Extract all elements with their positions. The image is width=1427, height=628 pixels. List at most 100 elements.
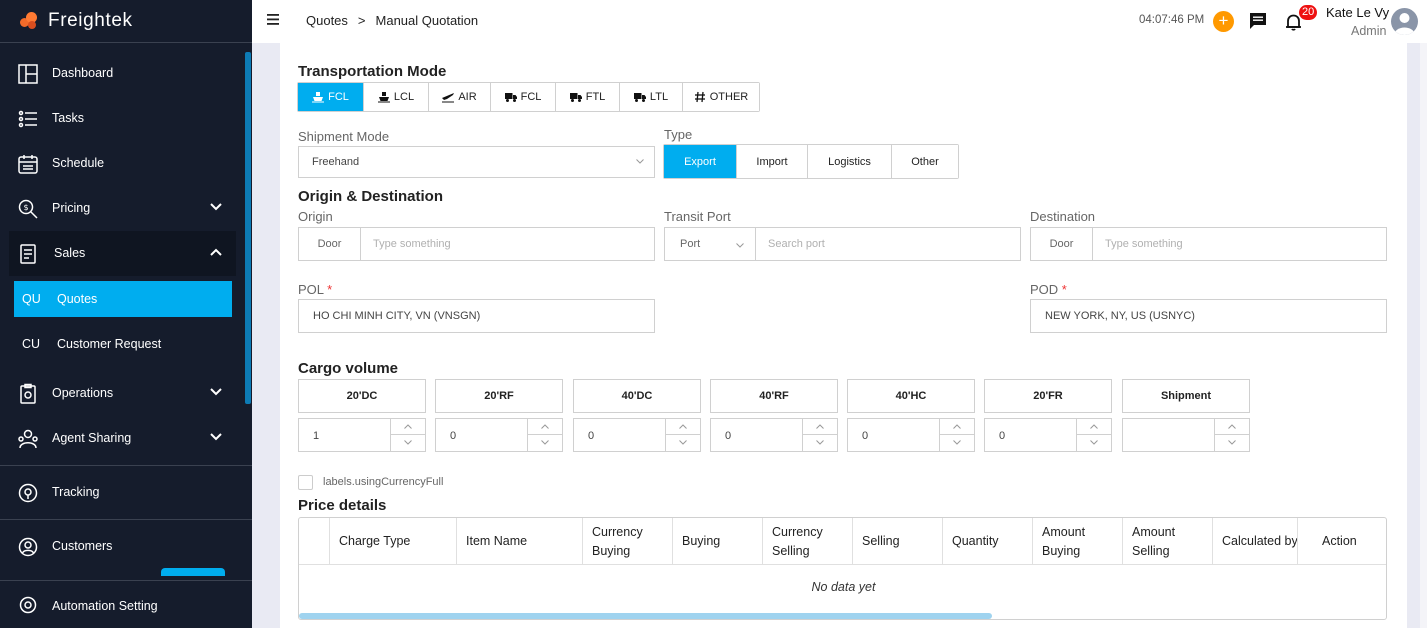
sidebar-item-operations[interactable]: Operations — [0, 371, 252, 416]
type-other[interactable]: Other — [892, 145, 958, 178]
quantity-stepper-40rf[interactable]: 0 — [710, 418, 838, 452]
stepper-up-button[interactable] — [940, 419, 974, 435]
tracking-pin-icon — [18, 483, 38, 503]
sidebar-item-label: Dashboard — [52, 66, 114, 80]
quantity-stepper-40hc[interactable]: 0 — [847, 418, 975, 452]
chevron-up-icon — [679, 424, 687, 429]
container-40rf-header: 40'RF — [710, 379, 838, 413]
column-header: Item Name — [456, 518, 582, 565]
stepper-down-button[interactable] — [666, 435, 700, 450]
stepper-up-button[interactable] — [1077, 419, 1111, 435]
stepper-down-button[interactable] — [940, 435, 974, 450]
quantity-stepper-20rf[interactable]: 0 — [435, 418, 563, 452]
sidebar-scrollbar[interactable] — [245, 52, 251, 404]
mode-ltl[interactable]: LTL — [620, 83, 683, 111]
logo[interactable]: Freightek — [0, 0, 252, 43]
sidebar-item-schedule[interactable]: Schedule — [0, 141, 252, 186]
table-horizontal-scrollbar[interactable] — [299, 613, 992, 619]
type-export[interactable]: Export — [664, 145, 737, 178]
stepper-up-button[interactable] — [1215, 419, 1249, 435]
notification-badge: 20 — [1299, 5, 1318, 20]
quantity-stepper-40dc[interactable]: 0 — [573, 418, 701, 452]
user-name[interactable]: Kate Le Vy — [1326, 5, 1389, 20]
container-40hc-header: 40'HC — [847, 379, 975, 413]
stepper-up-button[interactable] — [666, 419, 700, 435]
add-button[interactable]: + — [1213, 11, 1234, 32]
mode-label: LCL — [393, 91, 415, 103]
mode-label: FCL — [328, 91, 349, 103]
mode-fcl-sea[interactable]: FCL — [298, 83, 364, 111]
destination-input[interactable]: Type something — [1093, 228, 1386, 260]
tasks-icon — [18, 110, 37, 128]
sidebar-subitem-customer-request[interactable]: CU Customer Request — [14, 326, 232, 362]
chevron-down-icon — [404, 440, 412, 445]
sidebar-item-sales[interactable]: Sales — [9, 231, 236, 276]
stepper-value: 1 — [313, 430, 320, 442]
mode-other[interactable]: OTHER — [683, 83, 759, 111]
destination-type-select[interactable]: Door — [1031, 228, 1093, 260]
type-logistics[interactable]: Logistics — [808, 145, 892, 178]
cargo-volume-title: Cargo volume — [298, 360, 399, 377]
subitem-code: QU — [22, 292, 41, 306]
type-selector: Export Import Logistics Other — [663, 144, 959, 179]
sidebar-item-automation-setting[interactable]: Automation Setting — [0, 580, 252, 628]
sidebar-item-tracking[interactable]: Tracking — [0, 470, 252, 515]
mode-fcl-truck[interactable]: FCL — [491, 83, 556, 111]
quantity-stepper-shipment[interactable] — [1122, 418, 1250, 452]
sidebar-item-label: Tracking — [52, 485, 100, 499]
quantity-stepper-20fr[interactable]: 0 — [984, 418, 1112, 452]
pol-input[interactable]: HO CHI MINH CITY, VN (VNSGN) — [298, 299, 655, 333]
ship-icon — [312, 92, 325, 103]
ship-icon — [377, 92, 390, 103]
stepper-down-button[interactable] — [391, 435, 425, 450]
page-scrollbar-track[interactable] — [1420, 43, 1427, 628]
mode-label: FCL — [520, 91, 542, 103]
transit-type-select[interactable]: Port — [665, 228, 756, 260]
sidebar-item-label: Automation Setting — [52, 599, 158, 613]
stepper-up-button[interactable] — [391, 419, 425, 435]
origin-input[interactable]: Type something — [361, 228, 654, 260]
truck-icon — [504, 93, 517, 102]
stepper-down-button[interactable] — [1077, 435, 1111, 450]
column-header: Quantity — [942, 518, 1032, 565]
sidebar-item-dashboard[interactable]: Dashboard — [0, 51, 252, 96]
sidebar-item-customers[interactable]: Customers — [0, 524, 252, 569]
type-import[interactable]: Import — [737, 145, 808, 178]
mode-lcl[interactable]: LCL — [364, 83, 429, 111]
transit-port-input[interactable]: Search port — [756, 228, 1020, 260]
subitem-label: Customer Request — [57, 337, 162, 351]
mode-air[interactable]: AIR — [429, 83, 491, 111]
sidebar-item-tasks[interactable]: Tasks — [0, 96, 252, 141]
chat-icon[interactable] — [1249, 12, 1267, 30]
chevron-up-icon — [1090, 424, 1098, 429]
sidebar-item-label: Schedule — [52, 156, 105, 170]
breadcrumb-quotes[interactable]: Quotes — [306, 13, 348, 28]
chevron-down-icon — [736, 243, 744, 248]
sidebar-item-label: Pricing — [52, 201, 91, 215]
avatar[interactable] — [1391, 8, 1418, 35]
sidebar-subitem-quotes[interactable]: QU Quotes — [14, 281, 232, 317]
chevron-up-icon — [816, 424, 824, 429]
price-details-table: Charge Type Item Name Currency Buying Bu… — [298, 517, 1387, 620]
stepper-down-button[interactable] — [1215, 435, 1249, 450]
stepper-value: 0 — [862, 430, 869, 442]
stepper-up-button[interactable] — [528, 419, 562, 435]
quantity-stepper-20dc[interactable]: 1 — [298, 418, 426, 452]
stepper-down-button[interactable] — [803, 435, 837, 450]
sidebar-item-agent-sharing[interactable]: Agent Sharing — [0, 416, 252, 461]
empty-state-text: No data yet — [811, 580, 876, 594]
sidebar-item-pricing[interactable]: $ Pricing — [0, 186, 252, 231]
origin-type-select[interactable]: Door — [299, 228, 361, 260]
hamburger-menu-icon[interactable] — [267, 14, 279, 25]
calendar-icon — [18, 155, 38, 174]
mode-ftl[interactable]: FTL — [556, 83, 620, 111]
stepper-up-button[interactable] — [803, 419, 837, 435]
stepper-down-button[interactable] — [528, 435, 562, 450]
pod-input[interactable]: NEW YORK, NY, US (USNYC) — [1030, 299, 1387, 333]
container-40dc-header: 40'DC — [573, 379, 701, 413]
top-header: Quotes > Manual Quotation 04:07:46 PM + 20… — [252, 0, 1427, 43]
currency-checkbox[interactable] — [298, 475, 313, 490]
pod-label: POD * — [1030, 282, 1067, 297]
shipment-mode-select[interactable]: Freehand — [298, 146, 655, 178]
chevron-down-icon — [679, 440, 687, 445]
